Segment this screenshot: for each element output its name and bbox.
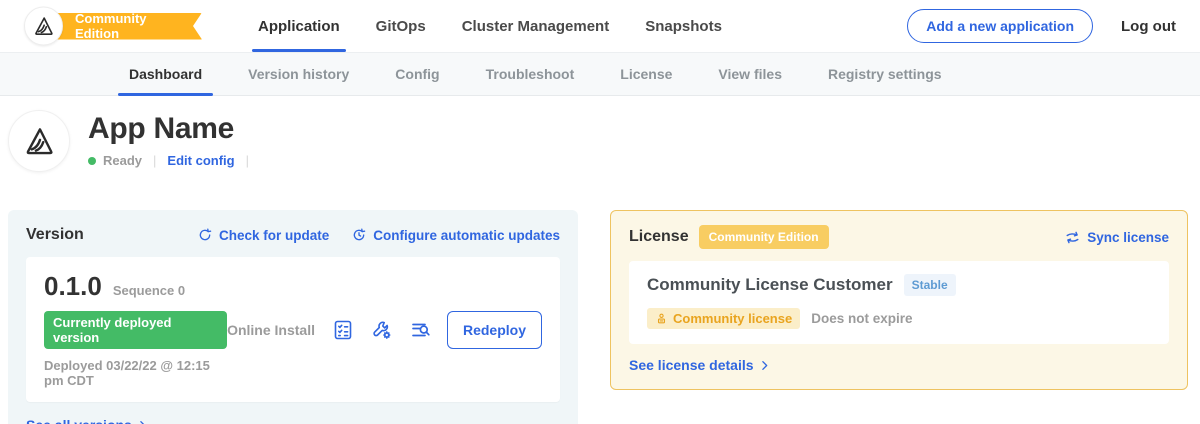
see-license-details-label: See license details [629,357,754,373]
community-edition-ribbon: Community Edition [43,13,202,40]
sync-license-label: Sync license [1087,230,1169,245]
configure-automatic-updates-link[interactable]: Configure automatic updates [351,227,560,243]
logout-button[interactable]: Log out [1121,18,1176,35]
check-for-update-label: Check for update [219,228,329,243]
replicated-logo-circle [24,7,63,46]
edit-config-link[interactable]: Edit config [167,153,234,168]
license-card-title: License [629,228,689,246]
redeploy-button[interactable]: Redeploy [447,311,542,349]
version-card: Version Check for update Configure au [8,210,578,424]
edit-config-icon[interactable] [369,317,395,343]
preflight-checks-icon[interactable] [330,317,356,343]
app-title-block: App Name Ready | Edit config | [88,110,260,172]
license-edition-badge: Community Edition [699,225,829,249]
status-dot-icon [88,157,96,165]
community-license-label: Community license [673,311,792,326]
subnav-item-view-files[interactable]: View files [695,53,805,95]
nav-tab-snapshots[interactable]: Snapshots [645,0,722,52]
app-name-title: App Name [88,112,260,146]
version-card-actions: Check for update Configure automatic upd… [197,227,560,243]
chevron-right-icon [758,359,771,372]
divider: | [153,153,156,168]
deployed-timestamp: Deployed 03/22/22 @ 12:15 pm CDT [44,358,227,388]
check-for-update-link[interactable]: Check for update [197,227,329,243]
nav-tab-gitops[interactable]: GitOps [376,0,426,52]
see-all-versions-link[interactable]: See all versions [26,417,560,424]
license-card-actions: Sync license [1064,229,1169,246]
app-logo-icon [22,124,56,158]
dashboard-cards-row: Version Check for update Configure au [0,210,1200,424]
currently-deployed-badge: Currently deployed version [44,311,227,349]
primary-nav: Application GitOps Cluster Management Sn… [240,0,740,52]
see-license-details-link[interactable]: See license details [629,357,1169,373]
version-line: 0.1.0 Sequence 0 [44,271,227,302]
subnav-item-troubleshoot[interactable]: Troubleshoot [463,53,598,95]
view-logs-icon[interactable] [408,317,434,343]
brand-logo-group: Community Edition [24,7,202,45]
nav-tab-application[interactable]: Application [258,0,340,52]
license-customer-row: Community License Customer Stable [647,274,1151,296]
see-all-versions-label: See all versions [26,417,132,424]
header-right-actions: Add a new application Log out [907,9,1176,43]
refresh-icon [197,227,213,243]
subnav-item-license[interactable]: License [597,53,695,95]
app-status-row: Ready | Edit config | [88,153,260,168]
version-sequence: Sequence 0 [113,283,185,298]
version-card-header: Version Check for update Configure au [26,226,560,244]
current-version-panel: 0.1.0 Sequence 0 Currently deployed vers… [26,257,560,402]
license-title-group: License Community Edition [629,225,829,249]
person-icon [655,312,668,325]
subnav-item-config[interactable]: Config [372,53,462,95]
license-expiry-text: Does not expire [811,311,912,326]
nav-tab-cluster-management[interactable]: Cluster Management [462,0,610,52]
license-card: License Community Edition Sync license C… [610,210,1188,390]
divider: | [246,153,249,168]
sync-arrows-icon [1064,229,1081,246]
license-card-header: License Community Edition Sync license [629,225,1169,249]
version-actions-group: Online Install [227,271,542,388]
community-edition-ribbon-label: Community Edition [75,11,182,41]
version-card-title: Version [26,226,84,244]
license-details-panel: Community License Customer Stable Commun… [629,261,1169,344]
customer-name: Community License Customer [647,275,893,295]
community-license-badge: Community license [647,308,800,329]
top-header: Community Edition Application GitOps Clu… [0,0,1200,52]
app-avatar [8,110,70,172]
scheduled-update-icon [351,227,367,243]
subnav-item-dashboard[interactable]: Dashboard [106,53,225,95]
subnav-item-registry-settings[interactable]: Registry settings [805,53,965,95]
add-new-application-button[interactable]: Add a new application [907,9,1093,43]
app-subnav: Dashboard Version history Config Trouble… [0,52,1200,96]
channel-badge: Stable [904,274,956,296]
replicated-logo-icon [32,15,55,38]
app-status-text: Ready [103,153,142,168]
configure-automatic-updates-label: Configure automatic updates [373,228,560,243]
chevron-right-icon [136,419,149,424]
app-header: App Name Ready | Edit config | [0,96,1200,172]
subnav-item-version-history[interactable]: Version history [225,53,372,95]
install-type-label: Online Install [227,322,315,338]
version-number: 0.1.0 [44,271,102,302]
current-version-info: 0.1.0 Sequence 0 Currently deployed vers… [44,271,227,388]
sync-license-link[interactable]: Sync license [1064,229,1169,246]
license-type-row: Community license Does not expire [647,308,1151,329]
